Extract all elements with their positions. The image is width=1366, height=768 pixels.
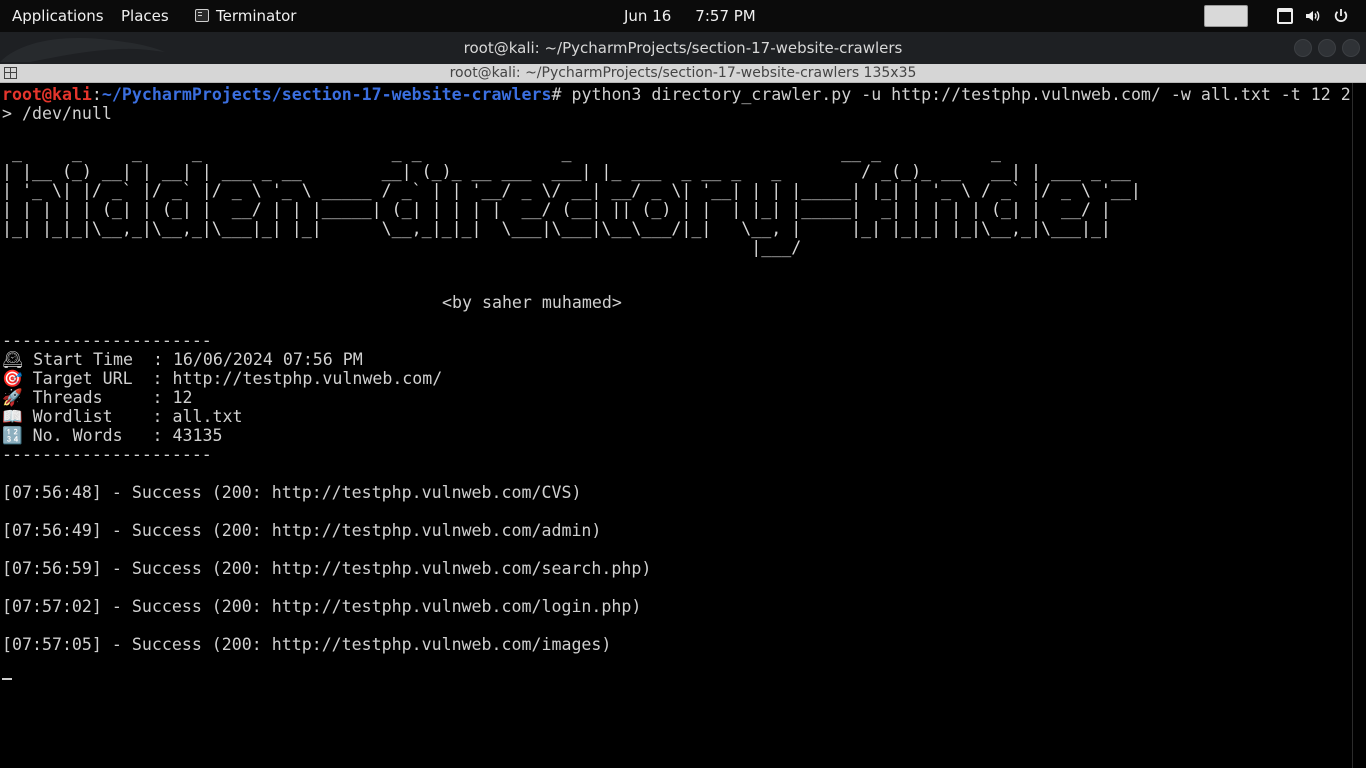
network-icon[interactable] [1277, 8, 1293, 24]
command-text: python3 directory_crawler.py -u http://t… [571, 85, 1351, 104]
result-line: [07:56:48] - Success (200: http://testph… [2, 483, 582, 502]
target-emoji-icon: 🎯 [2, 369, 23, 388]
info-target-url: Target URL : http://testphp.vulnweb.com/ [32, 369, 443, 388]
prompt-user: root@kali [2, 85, 92, 104]
terminator-titlebar[interactable]: root@kali: ~/PycharmProjects/section-17-… [0, 64, 1366, 83]
command-line: root@kali:~/PycharmProjects/section-17-w… [2, 85, 1351, 104]
close-button[interactable] [1342, 39, 1360, 57]
separator-line: --------------------- [2, 445, 212, 464]
info-line: 🔢 No. Words : 43135 [2, 426, 223, 445]
maximize-button[interactable] [1318, 39, 1336, 57]
result-line: [07:57:05] - Success (200: http://testph… [2, 635, 612, 654]
info-threads: Threads : 12 [32, 388, 193, 407]
window-title: root@kali: ~/PycharmProjects/section-17-… [463, 39, 903, 57]
active-app-menu[interactable]: Terminator [195, 0, 296, 32]
terminal-cursor [2, 661, 12, 680]
book-emoji-icon: 📖 [2, 407, 23, 426]
result-line: [07:56:59] - Success (200: http://testph… [2, 559, 652, 578]
info-start-time: Start Time : 16/06/2024 07:56 PM [33, 350, 363, 369]
ascii-banner: _ _ _ _ _ _ _ __ _ _ | |__ (_) __| | __|… [2, 143, 1141, 257]
top-panel: Applications Places Terminator Jun 16 7:5… [0, 0, 1366, 32]
volume-icon[interactable] [1305, 8, 1321, 24]
info-line: 📖 Wordlist : all.txt [2, 407, 242, 426]
prompt-path: ~/PycharmProjects/section-17-website-cra… [101, 85, 552, 104]
prompt-symbol: # [551, 85, 572, 104]
command-continuation: > /dev/null [2, 104, 112, 123]
applications-menu[interactable]: Applications [12, 0, 104, 32]
result-line: [07:57:02] - Success (200: http://testph… [2, 597, 642, 616]
info-line: 🎯 Target URL : http://testphp.vulnweb.co… [2, 369, 442, 388]
power-icon[interactable] [1333, 8, 1349, 24]
minimize-button[interactable] [1294, 39, 1312, 57]
rocket-emoji-icon: 🚀 [2, 388, 23, 407]
banner-byline: <by saher muhamed> [442, 293, 622, 312]
keyboard-layout-icon[interactable] [1204, 5, 1248, 27]
clock-emoji-icon: 🕰 [2, 350, 24, 369]
prompt-separator: : [91, 85, 102, 104]
terminal-icon [195, 9, 209, 22]
info-word-count: No. Words : 43135 [32, 426, 223, 445]
active-app-label: Terminator [216, 7, 297, 25]
clock-time: 7:57 PM [695, 7, 756, 25]
clock-date: Jun 16 [624, 7, 672, 25]
places-menu[interactable]: Places [121, 0, 169, 32]
info-line: 🚀 Threads : 12 [2, 388, 193, 407]
terminal-output[interactable]: root@kali:~/PycharmProjects/section-17-w… [0, 83, 1352, 768]
terminal-scrollbar[interactable] [1352, 83, 1366, 768]
numbers-emoji-icon: 🔢 [2, 426, 23, 445]
result-line: [07:56:49] - Success (200: http://testph… [2, 521, 602, 540]
separator-line: --------------------- [2, 331, 212, 350]
info-line: 🕰 Start Time : 16/06/2024 07:56 PM [2, 350, 363, 369]
clock[interactable]: Jun 16 7:57 PM [624, 0, 756, 32]
info-wordlist: Wordlist : all.txt [32, 407, 243, 426]
terminator-title: root@kali: ~/PycharmProjects/section-17-… [449, 65, 917, 81]
window-titlebar[interactable]: root@kali: ~/PycharmProjects/section-17-… [0, 32, 1366, 64]
